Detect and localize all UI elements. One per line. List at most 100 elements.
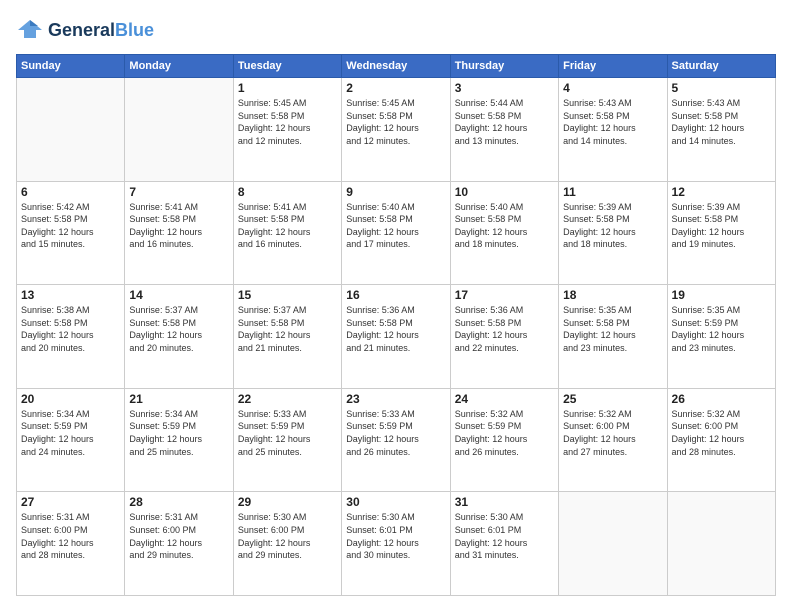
calendar-cell: 27 Sunrise: 5:31 AMSunset: 6:00 PMDayligh… bbox=[17, 492, 125, 596]
day-number: 2 bbox=[346, 81, 445, 95]
calendar-cell: 21 Sunrise: 5:34 AMSunset: 5:59 PMDayligh… bbox=[125, 388, 233, 492]
day-number: 12 bbox=[672, 185, 771, 199]
day-number: 31 bbox=[455, 495, 554, 509]
day-number: 7 bbox=[129, 185, 228, 199]
cell-content: Sunrise: 5:30 AMSunset: 6:01 PMDaylight:… bbox=[455, 511, 554, 561]
week-row-3: 13 Sunrise: 5:38 AMSunset: 5:58 PMDayligh… bbox=[17, 285, 776, 389]
week-row-2: 6Sunrise: 5:42 AMSunset: 5:58 PMDaylight… bbox=[17, 181, 776, 285]
col-header-thursday: Thursday bbox=[450, 55, 558, 78]
day-number: 19 bbox=[672, 288, 771, 302]
cell-content: Sunrise: 5:38 AMSunset: 5:58 PMDaylight:… bbox=[21, 304, 120, 354]
calendar-cell bbox=[667, 492, 775, 596]
calendar-cell: 11 Sunrise: 5:39 AMSunset: 5:58 PMDayligh… bbox=[559, 181, 667, 285]
calendar-cell: 23Sunrise: 5:33 AMSunset: 5:59 PMDayligh… bbox=[342, 388, 450, 492]
day-number: 22 bbox=[238, 392, 337, 406]
cell-content: Sunrise: 5:35 AMSunset: 5:58 PMDaylight:… bbox=[563, 304, 662, 354]
calendar-cell: 17Sunrise: 5:36 AMSunset: 5:58 PMDayligh… bbox=[450, 285, 558, 389]
calendar-cell: 26 Sunrise: 5:32 AMSunset: 6:00 PMDayligh… bbox=[667, 388, 775, 492]
day-number: 28 bbox=[129, 495, 228, 509]
cell-content: Sunrise: 5:45 AMSunset: 5:58 PMDaylight:… bbox=[238, 97, 337, 147]
cell-content: Sunrise: 5:33 AMSunset: 5:59 PMDaylight:… bbox=[238, 408, 337, 458]
calendar-cell bbox=[559, 492, 667, 596]
week-row-4: 20 Sunrise: 5:34 AMSunset: 5:59 PMDayligh… bbox=[17, 388, 776, 492]
cell-content: Sunrise: 5:45 AMSunset: 5:58 PMDaylight:… bbox=[346, 97, 445, 147]
col-header-tuesday: Tuesday bbox=[233, 55, 341, 78]
col-header-saturday: Saturday bbox=[667, 55, 775, 78]
col-header-monday: Monday bbox=[125, 55, 233, 78]
cell-content: Sunrise: 5:43 AMSunset: 5:58 PMDaylight:… bbox=[563, 97, 662, 147]
day-number: 29 bbox=[238, 495, 337, 509]
cell-content: Sunrise: 5:34 AMSunset: 5:59 PMDaylight:… bbox=[129, 408, 228, 458]
cell-content: Sunrise: 5:35 AMSunset: 5:59 PMDaylight:… bbox=[672, 304, 771, 354]
day-number: 5 bbox=[672, 81, 771, 95]
calendar-cell bbox=[125, 78, 233, 182]
day-number: 10 bbox=[455, 185, 554, 199]
cell-content: Sunrise: 5:30 AMSunset: 6:01 PMDaylight:… bbox=[346, 511, 445, 561]
header: GeneralBlue bbox=[16, 16, 776, 44]
calendar-cell: 28 Sunrise: 5:31 AMSunset: 6:00 PMDayligh… bbox=[125, 492, 233, 596]
cell-content: Sunrise: 5:41 AMSunset: 5:58 PMDaylight:… bbox=[129, 201, 228, 251]
cell-content: Sunrise: 5:40 AMSunset: 5:58 PMDaylight:… bbox=[455, 201, 554, 251]
cell-content: Sunrise: 5:43 AMSunset: 5:58 PMDaylight:… bbox=[672, 97, 771, 147]
calendar-cell: 25Sunrise: 5:32 AMSunset: 6:00 PMDayligh… bbox=[559, 388, 667, 492]
calendar-cell: 14 Sunrise: 5:37 AMSunset: 5:58 PMDayligh… bbox=[125, 285, 233, 389]
day-number: 4 bbox=[563, 81, 662, 95]
day-number: 26 bbox=[672, 392, 771, 406]
day-number: 8 bbox=[238, 185, 337, 199]
cell-content: Sunrise: 5:39 AMSunset: 5:58 PMDaylight:… bbox=[563, 201, 662, 251]
day-number: 9 bbox=[346, 185, 445, 199]
calendar-cell: 3Sunrise: 5:44 AMSunset: 5:58 PMDaylight… bbox=[450, 78, 558, 182]
calendar-header-row: SundayMondayTuesdayWednesdayThursdayFrid… bbox=[17, 55, 776, 78]
calendar-cell: 8 Sunrise: 5:41 AMSunset: 5:58 PMDaylight… bbox=[233, 181, 341, 285]
day-number: 14 bbox=[129, 288, 228, 302]
cell-content: Sunrise: 5:42 AMSunset: 5:58 PMDaylight:… bbox=[21, 201, 120, 251]
day-number: 13 bbox=[21, 288, 120, 302]
cell-content: Sunrise: 5:37 AMSunset: 5:58 PMDaylight:… bbox=[238, 304, 337, 354]
cell-content: Sunrise: 5:32 AMSunset: 6:00 PMDaylight:… bbox=[672, 408, 771, 458]
calendar-cell: 10 Sunrise: 5:40 AMSunset: 5:58 PMDayligh… bbox=[450, 181, 558, 285]
day-number: 30 bbox=[346, 495, 445, 509]
col-header-wednesday: Wednesday bbox=[342, 55, 450, 78]
cell-content: Sunrise: 5:39 AMSunset: 5:58 PMDaylight:… bbox=[672, 201, 771, 251]
calendar-cell: 4 Sunrise: 5:43 AMSunset: 5:58 PMDaylight… bbox=[559, 78, 667, 182]
calendar-cell: 2 Sunrise: 5:45 AMSunset: 5:58 PMDaylight… bbox=[342, 78, 450, 182]
day-number: 3 bbox=[455, 81, 554, 95]
cell-content: Sunrise: 5:34 AMSunset: 5:59 PMDaylight:… bbox=[21, 408, 120, 458]
cell-content: Sunrise: 5:32 AMSunset: 5:59 PMDaylight:… bbox=[455, 408, 554, 458]
week-row-5: 27 Sunrise: 5:31 AMSunset: 6:00 PMDayligh… bbox=[17, 492, 776, 596]
cell-content: Sunrise: 5:30 AMSunset: 6:00 PMDaylight:… bbox=[238, 511, 337, 561]
cell-content: Sunrise: 5:40 AMSunset: 5:58 PMDaylight:… bbox=[346, 201, 445, 251]
calendar-cell: 30 Sunrise: 5:30 AMSunset: 6:01 PMDayligh… bbox=[342, 492, 450, 596]
cell-content: Sunrise: 5:36 AMSunset: 5:58 PMDaylight:… bbox=[346, 304, 445, 354]
calendar-cell: 24 Sunrise: 5:32 AMSunset: 5:59 PMDayligh… bbox=[450, 388, 558, 492]
calendar-cell: 9 Sunrise: 5:40 AMSunset: 5:58 PMDaylight… bbox=[342, 181, 450, 285]
cell-content: Sunrise: 5:31 AMSunset: 6:00 PMDaylight:… bbox=[129, 511, 228, 561]
calendar-table: SundayMondayTuesdayWednesdayThursdayFrid… bbox=[16, 54, 776, 596]
day-number: 27 bbox=[21, 495, 120, 509]
cell-content: Sunrise: 5:37 AMSunset: 5:58 PMDaylight:… bbox=[129, 304, 228, 354]
calendar-cell: 31 Sunrise: 5:30 AMSunset: 6:01 PMDayligh… bbox=[450, 492, 558, 596]
calendar-cell: 16 Sunrise: 5:36 AMSunset: 5:58 PMDayligh… bbox=[342, 285, 450, 389]
day-number: 11 bbox=[563, 185, 662, 199]
day-number: 1 bbox=[238, 81, 337, 95]
calendar-cell: 6Sunrise: 5:42 AMSunset: 5:58 PMDaylight… bbox=[17, 181, 125, 285]
day-number: 15 bbox=[238, 288, 337, 302]
week-row-1: 1 Sunrise: 5:45 AMSunset: 5:58 PMDaylight… bbox=[17, 78, 776, 182]
cell-content: Sunrise: 5:32 AMSunset: 6:00 PMDaylight:… bbox=[563, 408, 662, 458]
day-number: 20 bbox=[21, 392, 120, 406]
logo-text: GeneralBlue bbox=[48, 20, 154, 41]
day-number: 16 bbox=[346, 288, 445, 302]
calendar-cell: 22 Sunrise: 5:33 AMSunset: 5:59 PMDayligh… bbox=[233, 388, 341, 492]
logo: GeneralBlue bbox=[16, 16, 154, 44]
day-number: 21 bbox=[129, 392, 228, 406]
calendar-cell: 1 Sunrise: 5:45 AMSunset: 5:58 PMDaylight… bbox=[233, 78, 341, 182]
cell-content: Sunrise: 5:41 AMSunset: 5:58 PMDaylight:… bbox=[238, 201, 337, 251]
calendar-cell: 7 Sunrise: 5:41 AMSunset: 5:58 PMDaylight… bbox=[125, 181, 233, 285]
calendar-cell: 20 Sunrise: 5:34 AMSunset: 5:59 PMDayligh… bbox=[17, 388, 125, 492]
col-header-friday: Friday bbox=[559, 55, 667, 78]
cell-content: Sunrise: 5:36 AMSunset: 5:58 PMDaylight:… bbox=[455, 304, 554, 354]
calendar-cell: 15 Sunrise: 5:37 AMSunset: 5:58 PMDayligh… bbox=[233, 285, 341, 389]
day-number: 24 bbox=[455, 392, 554, 406]
calendar-cell: 13 Sunrise: 5:38 AMSunset: 5:58 PMDayligh… bbox=[17, 285, 125, 389]
cell-content: Sunrise: 5:31 AMSunset: 6:00 PMDaylight:… bbox=[21, 511, 120, 561]
